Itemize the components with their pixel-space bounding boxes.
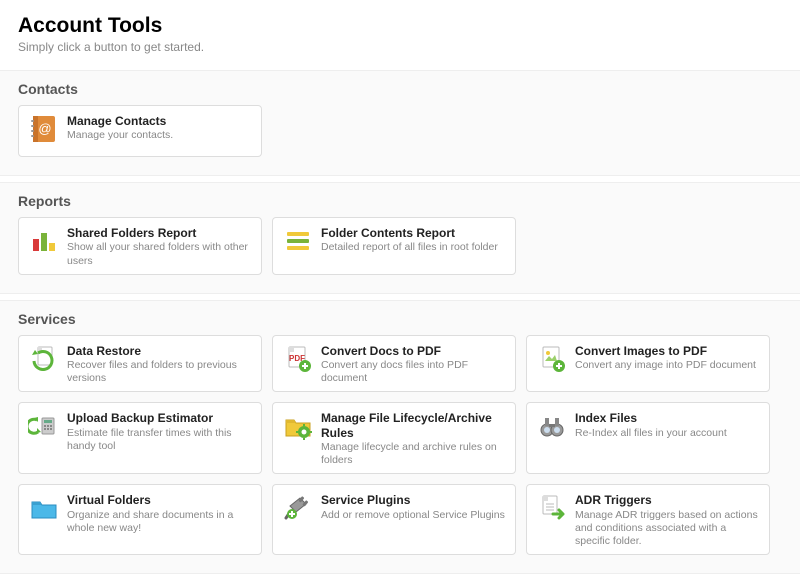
card-title: Manage Contacts <box>67 114 173 128</box>
card-desc: Estimate file transfer times with this h… <box>67 427 253 453</box>
folder-gear-icon <box>281 409 315 443</box>
card-title: Manage File Lifecycle/Archive Rules <box>321 411 507 440</box>
data-restore-button[interactable]: Data Restore Recover files and folders t… <box>18 335 262 393</box>
card-title: ADR Triggers <box>575 493 761 507</box>
lifecycle-rules-button[interactable]: Manage File Lifecycle/Archive Rules Mana… <box>272 402 516 474</box>
card-desc: Add or remove optional Service Plugins <box>321 509 505 522</box>
folder-contents-report-button[interactable]: Folder Contents Report Detailed report o… <box>272 217 516 275</box>
card-title: Folder Contents Report <box>321 226 498 240</box>
card-title: Convert Docs to PDF <box>321 344 507 358</box>
page-title: Account Tools <box>18 14 782 38</box>
virtual-folders-button[interactable]: Virtual Folders Organize and share docum… <box>18 484 262 555</box>
card-desc: Detailed report of all files in root fol… <box>321 241 498 254</box>
upload-estimator-button[interactable]: Upload Backup Estimator Estimate file tr… <box>18 402 262 474</box>
trigger-icon <box>535 491 569 525</box>
estimator-icon <box>27 409 61 443</box>
binoculars-icon <box>535 409 569 443</box>
virtual-folder-icon <box>27 491 61 525</box>
image-pdf-icon <box>535 342 569 376</box>
section-reports: Reports Shared Folders Report Show all y… <box>0 182 800 294</box>
convert-images-pdf-button[interactable]: Convert Images to PDF Convert any image … <box>526 335 770 393</box>
card-desc: Organize and share documents in a whole … <box>67 509 253 535</box>
index-files-button[interactable]: Index Files Re-Index all files in your a… <box>526 402 770 474</box>
card-desc: Re-Index all files in your account <box>575 427 727 440</box>
card-desc: Convert any image into PDF document <box>575 359 756 372</box>
card-desc: Manage lifecycle and archive rules on fo… <box>321 441 507 467</box>
card-desc: Recover files and folders to previous ve… <box>67 359 253 385</box>
doc-pdf-icon: PDF <box>281 342 315 376</box>
card-title: Convert Images to PDF <box>575 344 756 358</box>
card-title: Data Restore <box>67 344 253 358</box>
card-title: Upload Backup Estimator <box>67 411 253 425</box>
restore-icon <box>27 342 61 376</box>
service-plugins-button[interactable]: Service Plugins Add or remove optional S… <box>272 484 516 555</box>
bar-chart-icon <box>27 224 61 258</box>
list-report-icon <box>281 224 315 258</box>
card-desc: Manage ADR triggers based on actions and… <box>575 509 761 548</box>
page-header: Account Tools Simply click a button to g… <box>0 0 800 64</box>
section-contacts: Contacts @ Manage Contacts Manage your c… <box>0 70 800 176</box>
plugin-icon <box>281 491 315 525</box>
card-title: Virtual Folders <box>67 493 253 507</box>
svg-text:@: @ <box>38 121 51 136</box>
adr-triggers-button[interactable]: ADR Triggers Manage ADR triggers based o… <box>526 484 770 555</box>
card-title: Index Files <box>575 411 727 425</box>
manage-contacts-button[interactable]: @ Manage Contacts Manage your contacts. <box>18 105 262 157</box>
convert-docs-pdf-button[interactable]: PDF Convert Docs to PDF Convert any docs… <box>272 335 516 393</box>
card-desc: Manage your contacts. <box>67 129 173 142</box>
card-desc: Convert any docs files into PDF document <box>321 359 507 385</box>
section-title-services: Services <box>18 311 782 327</box>
card-desc: Show all your shared folders with other … <box>67 241 253 267</box>
shared-folders-report-button[interactable]: Shared Folders Report Show all your shar… <box>18 217 262 275</box>
page-subtitle: Simply click a button to get started. <box>18 40 782 54</box>
section-title-contacts: Contacts <box>18 81 782 97</box>
contacts-icon: @ <box>27 112 61 146</box>
card-title: Service Plugins <box>321 493 505 507</box>
section-services: Services Data Restore Recover files and … <box>0 300 800 574</box>
section-title-reports: Reports <box>18 193 782 209</box>
card-title: Shared Folders Report <box>67 226 253 240</box>
